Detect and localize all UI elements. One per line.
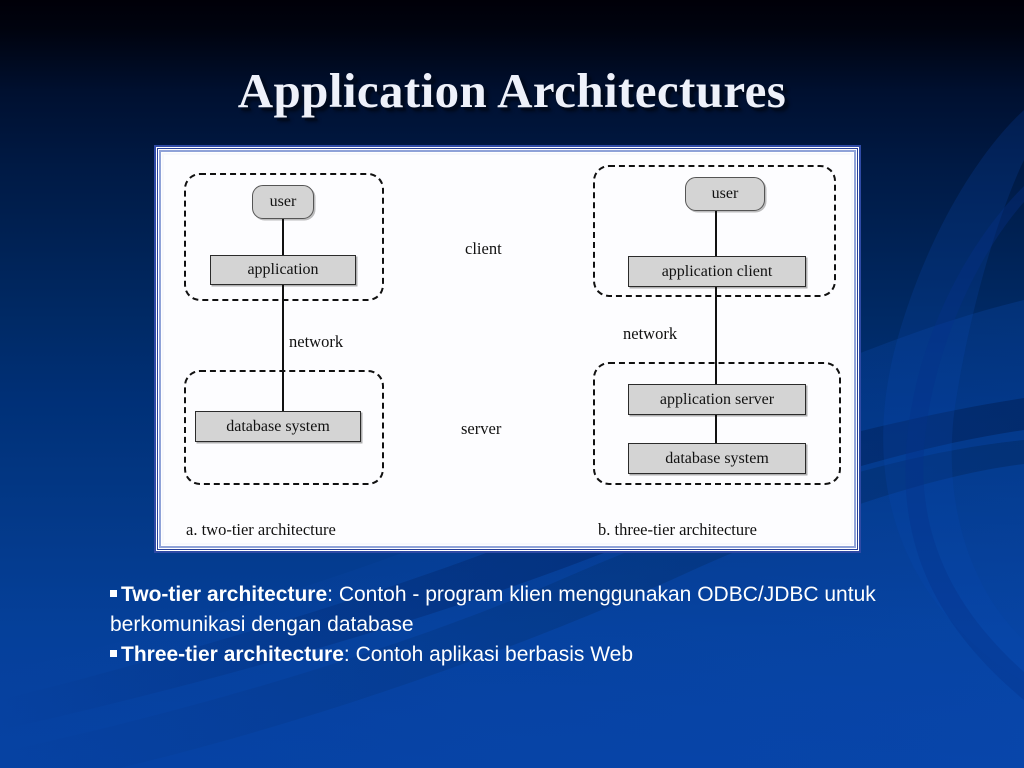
right-user-node: user: [685, 177, 765, 211]
right-database-system-node: database system: [628, 443, 806, 474]
bullet-text-block: Two-tier architecture: Contoh - program …: [110, 580, 950, 670]
right-application-client-node: application client: [628, 256, 806, 287]
client-tier-label: client: [465, 239, 502, 258]
bullet-square-icon: [110, 649, 117, 657]
right-diagram-caption: b. three-tier architecture: [598, 520, 757, 539]
left-database-system-node: database system: [195, 411, 361, 442]
bullet-item-two-tier: Two-tier architecture: Contoh - program …: [110, 580, 950, 640]
right-network-label: network: [623, 324, 678, 343]
right-application-server-node: application server: [628, 384, 806, 415]
right-appserver-database-connector: [715, 415, 717, 443]
right-database-system-label: database system: [665, 449, 769, 467]
right-application-client-label: application client: [661, 262, 773, 280]
left-user-application-connector: [282, 219, 284, 255]
left-user-node: user: [252, 185, 314, 219]
diagram-inner-canvas: user application network database system…: [158, 149, 857, 549]
left-application-label: application: [247, 261, 319, 278]
right-user-label: user: [711, 185, 739, 202]
right-user-application-client-connector: [715, 211, 717, 256]
server-tier-label: server: [461, 419, 502, 438]
right-application-server-label: application server: [659, 390, 775, 408]
slide-title: Application Architectures: [237, 63, 787, 118]
bullet-square-icon: [110, 589, 117, 597]
left-diagram-caption: a. two-tier architecture: [186, 520, 336, 539]
left-user-label: user: [269, 193, 297, 210]
left-network-label: network: [289, 332, 344, 351]
bullet-three-tier-term: Three-tier architecture: [121, 643, 344, 666]
bullet-two-tier-term: Two-tier architecture: [121, 583, 328, 606]
bullet-item-three-tier: Three-tier architecture: Contoh aplikasi…: [110, 640, 950, 670]
left-database-system-label: database system: [226, 417, 330, 435]
left-application-node: application: [210, 255, 356, 285]
bullet-three-tier-body: : Contoh aplikasi berbasis Web: [343, 643, 634, 666]
architecture-diagram-panel: user application network database system…: [157, 148, 858, 550]
